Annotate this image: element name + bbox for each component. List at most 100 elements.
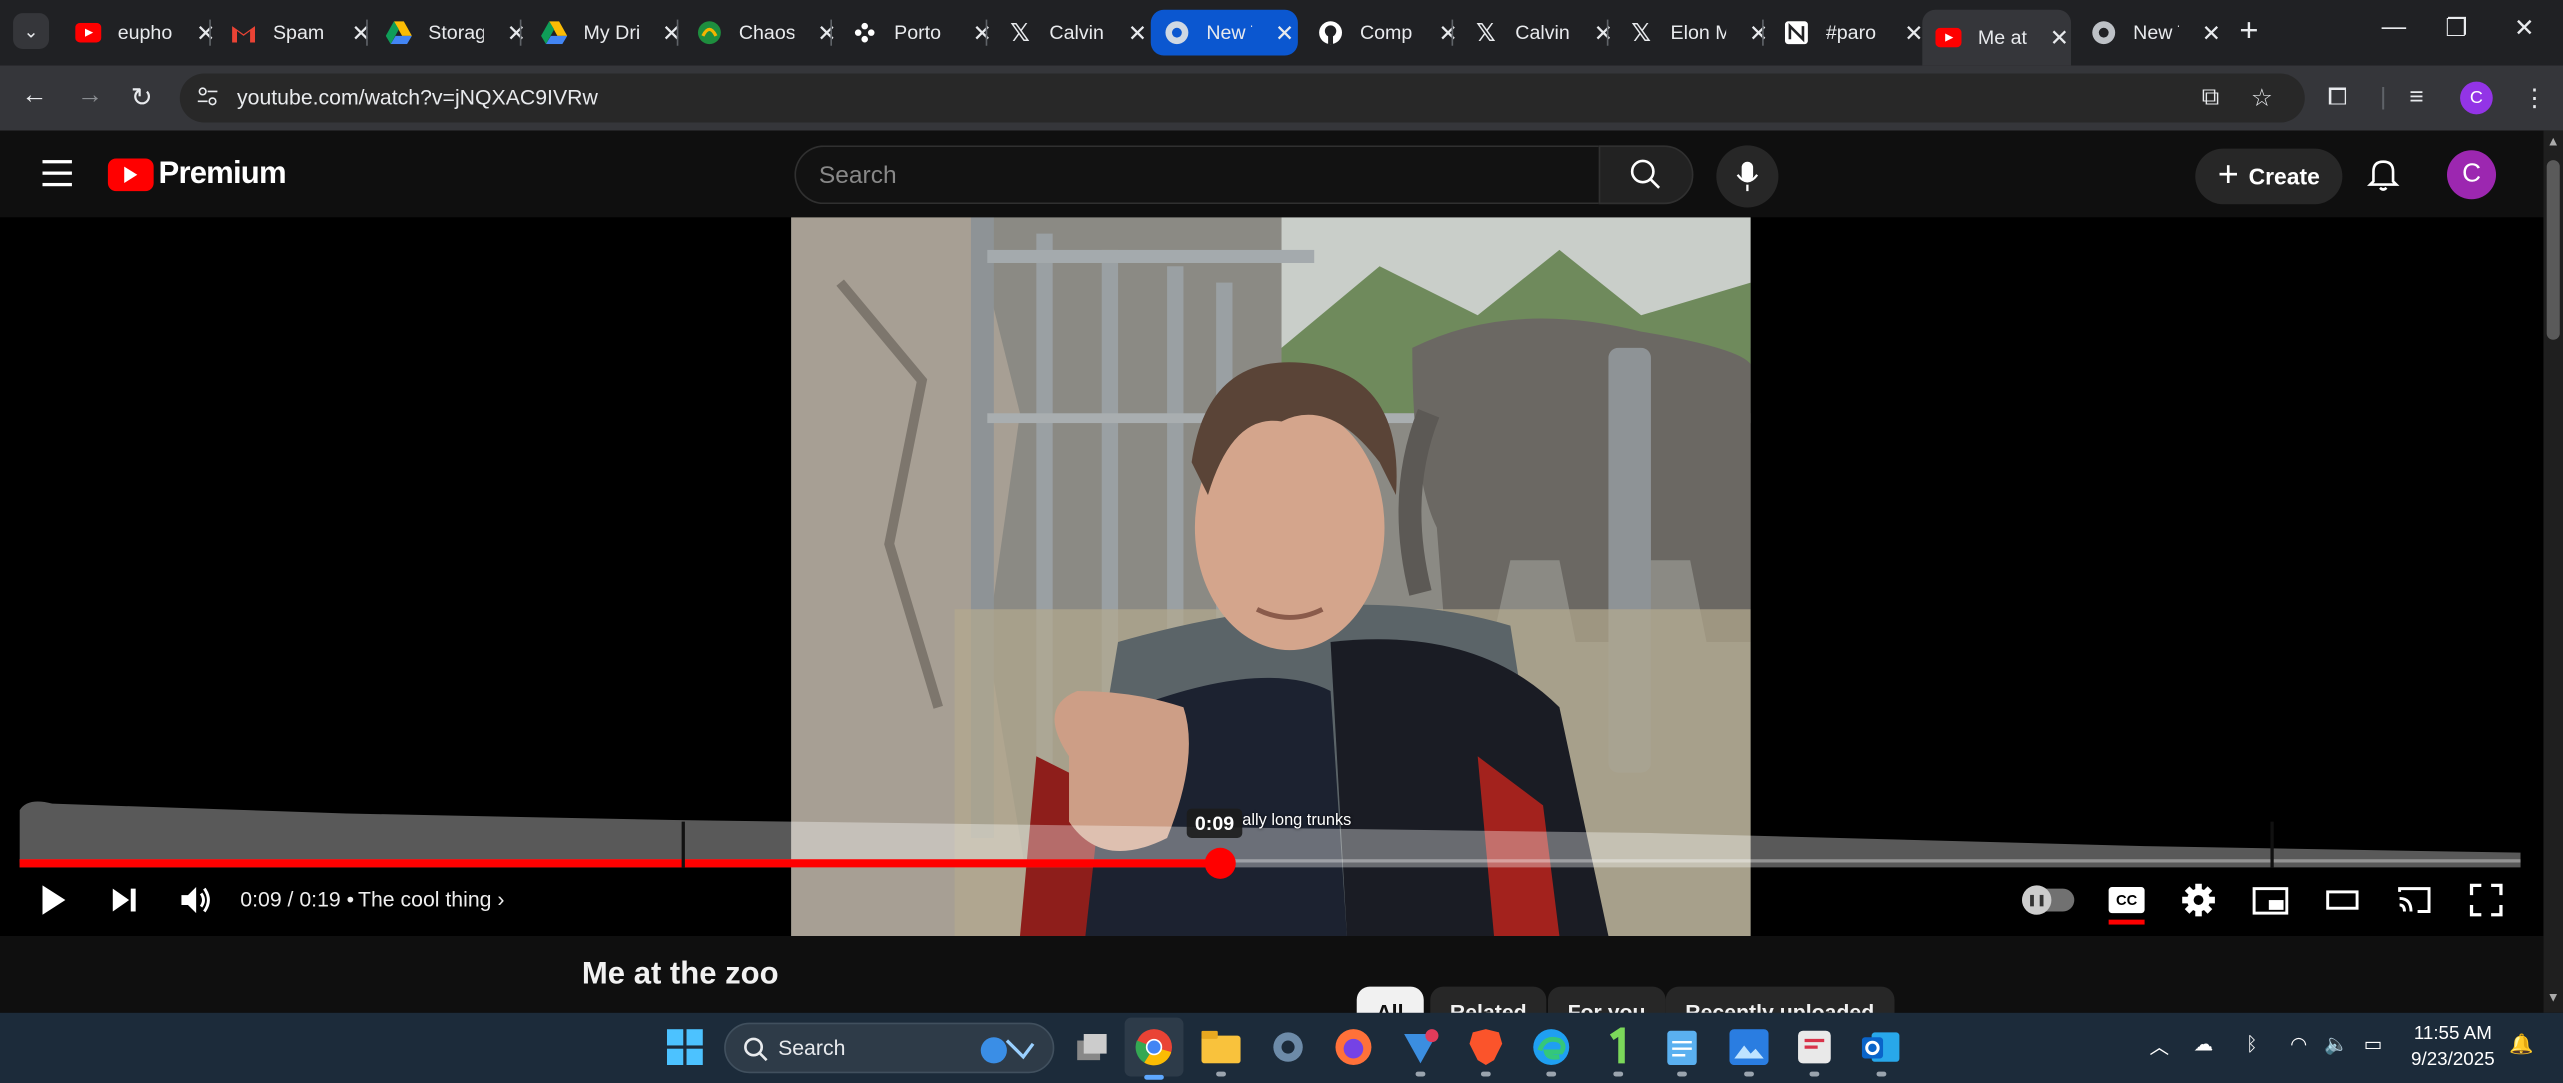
taskbar-clock[interactable]: 11:55 AM 9/23/2025 — [2411, 1021, 2495, 1073]
bluetooth-icon[interactable]: ᛒ — [2246, 1032, 2258, 1055]
fullscreen-icon[interactable] — [2468, 882, 2504, 918]
settings-gear-icon[interactable] — [2181, 882, 2217, 918]
tab-title: My Drive — [583, 21, 640, 45]
create-button[interactable]: + Create — [2195, 148, 2343, 205]
close-icon[interactable]: ✕ — [1904, 19, 1923, 47]
close-icon[interactable]: ✕ — [2050, 24, 2069, 52]
close-icon[interactable]: ✕ — [196, 19, 215, 47]
show-hidden-icons-chevron-icon[interactable]: ︿ — [2149, 1032, 2169, 1060]
scroll-down-arrow-icon[interactable]: ▼ — [2547, 990, 2560, 1005]
restore-button[interactable]: ❐ — [2445, 13, 2467, 43]
tab-title: Storage — [428, 21, 484, 45]
back-button[interactable]: ← — [21, 82, 47, 111]
settings-gear-icon[interactable] — [1267, 1026, 1309, 1068]
browser-tab[interactable]: Storage ✕ — [373, 10, 526, 56]
browser-tab[interactable]: Spam ✕ — [217, 10, 371, 56]
reload-button[interactable]: ↻ — [131, 82, 153, 115]
next-icon[interactable] — [110, 882, 139, 918]
tab-title: New Tab — [2133, 21, 2179, 45]
close-icon[interactable]: ✕ — [1749, 19, 1768, 47]
windows-start-icon[interactable] — [664, 1026, 706, 1068]
scroll-up-arrow-icon[interactable]: ▲ — [2547, 134, 2560, 149]
media-control-icon[interactable]: ≡ — [2409, 83, 2423, 111]
onedrive-cloud-icon[interactable]: ☁ — [2194, 1032, 2214, 1055]
search-input[interactable] — [796, 147, 1599, 203]
video-player[interactable]: 0:09 ally long trunks 0:09 / 0:19 • The … — [0, 217, 2544, 936]
bookmark-star-icon[interactable]: ☆ — [2251, 83, 2273, 113]
wifi-icon[interactable]: ◠ — [2290, 1032, 2307, 1055]
close-icon[interactable]: ✕ — [817, 19, 836, 47]
browser-tab[interactable]: Comp ✕ — [1304, 10, 1458, 56]
extensions-icon[interactable]: ⧠ — [2328, 83, 2348, 111]
miniplayer-icon[interactable] — [2252, 882, 2289, 918]
scrollbar-thumb[interactable] — [2546, 160, 2560, 340]
browser-tab[interactable]: 𝕏 Calvin ✕ — [1460, 10, 1613, 56]
account-avatar[interactable]: C — [2446, 150, 2497, 200]
tab-strip: ⌄ euphoria ✕ Spam ✕ Storage ✕ My Drive ✕ — [0, 0, 2563, 66]
chapter-marker — [2270, 821, 2274, 868]
speaker-icon[interactable]: 🔈 — [2324, 1032, 2348, 1055]
close-icon[interactable]: ✕ — [973, 19, 992, 47]
edge-icon[interactable] — [1530, 1026, 1572, 1077]
notifications-bell-icon[interactable] — [2367, 157, 2400, 193]
tab-separator — [519, 19, 522, 46]
voice-search-button[interactable] — [1716, 145, 1779, 208]
browser-tab[interactable]: New Tab ✕ — [1150, 9, 1298, 56]
browser-tab-active[interactable]: Me at ✕ — [1922, 9, 2072, 66]
taskbar-search[interactable]: Search — [724, 1022, 1055, 1074]
install-app-icon[interactable]: ⧉ — [2202, 83, 2220, 111]
volume-icon[interactable] — [178, 882, 214, 918]
x-icon: 𝕏 — [1631, 19, 1652, 48]
browser-tab[interactable]: New Tab ✕ — [2078, 10, 2221, 56]
snip-sketch-icon[interactable] — [1793, 1026, 1835, 1077]
browser-tab[interactable]: Chaos ✕ — [683, 10, 836, 56]
tab-search-button[interactable]: ⌄ — [13, 13, 50, 50]
tab-title: New Tab — [1206, 21, 1252, 45]
file-explorer-icon[interactable] — [1200, 1026, 1242, 1077]
search-button[interactable] — [1598, 145, 1694, 205]
browser-tab[interactable]: #paro ✕ — [1770, 10, 1923, 56]
forward-button[interactable]: → — [77, 82, 103, 111]
chrome-taskbar-icon[interactable] — [1124, 1017, 1184, 1080]
subtitles-cc-button[interactable]: CC — [2108, 886, 2145, 914]
close-icon[interactable]: ✕ — [1594, 19, 1613, 47]
browser-tab[interactable]: 𝕏 Elon M ✕ — [1615, 10, 1768, 56]
close-icon[interactable]: ✕ — [1438, 19, 1457, 47]
browser-tab[interactable]: euphoria ✕ — [62, 10, 215, 56]
notification-bell-icon[interactable]: 🔔 — [2509, 1032, 2533, 1055]
address-bar[interactable]: youtube.com/watch?v=jNQXAC9IVRw ⧉ ☆ — [179, 73, 2305, 123]
close-icon[interactable]: ✕ — [1275, 19, 1294, 47]
browser-tab[interactable]: 𝕏 Calvin ✕ — [994, 10, 1147, 56]
brave-icon[interactable] — [1465, 1026, 1507, 1077]
notepad-icon[interactable] — [1661, 1026, 1703, 1077]
snipping-tool-icon[interactable] — [1399, 1026, 1441, 1077]
battery-icon[interactable]: ▭ — [2364, 1032, 2383, 1055]
play-icon[interactable] — [39, 882, 68, 918]
task-view-icon[interactable] — [1071, 1026, 1113, 1068]
browser-tab[interactable]: Porto ✕ — [839, 10, 992, 56]
youtube-logo[interactable]: Premium — [107, 157, 287, 193]
tab-title: Calvin — [1515, 21, 1570, 45]
site-info-icon[interactable] — [196, 85, 219, 116]
firefox-icon[interactable] — [1332, 1026, 1374, 1068]
new-tab-button[interactable]: + — [2239, 13, 2258, 51]
close-icon[interactable]: ✕ — [1128, 19, 1147, 47]
close-window-button[interactable]: ✕ — [2514, 13, 2535, 43]
theater-mode-icon[interactable] — [2326, 882, 2359, 918]
page-scrollbar[interactable]: ▲ ▼ — [2543, 130, 2563, 1013]
chapter-title-button[interactable]: The cool thing › — [358, 887, 505, 912]
autoplay-toggle[interactable]: ❚❚ — [2022, 885, 2075, 915]
tab-separator — [1606, 19, 1609, 46]
cc-active-indicator — [2108, 919, 2145, 925]
hamburger-menu-icon[interactable] — [42, 160, 72, 194]
menu-kebab-icon[interactable]: ⋮ — [2522, 83, 2547, 113]
minimize-button[interactable]: — — [2382, 13, 2407, 41]
photos-icon[interactable] — [1728, 1026, 1770, 1077]
cast-icon[interactable] — [2396, 882, 2432, 918]
browser-tab[interactable]: My Drive ✕ — [528, 10, 681, 56]
profile-avatar[interactable]: C — [2460, 81, 2493, 115]
close-icon[interactable]: ✕ — [2202, 19, 2221, 47]
close-icon[interactable]: ✕ — [507, 19, 526, 47]
app-one-icon[interactable] — [1597, 1026, 1639, 1077]
outlook-icon[interactable] — [1860, 1026, 1902, 1077]
